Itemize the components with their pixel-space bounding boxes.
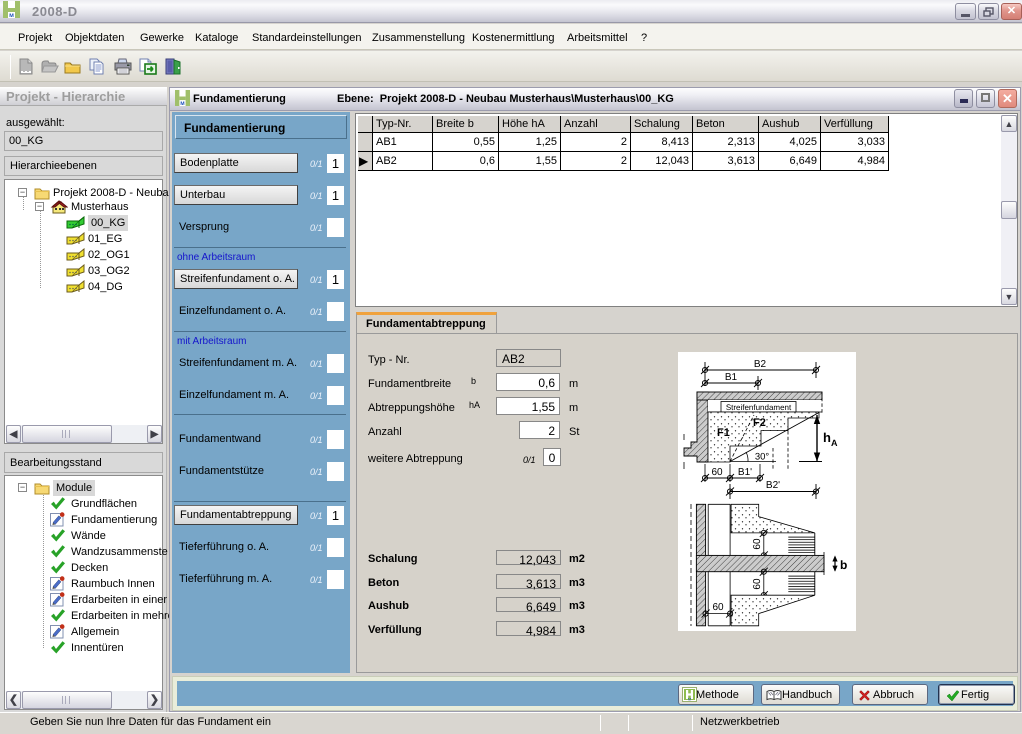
svg-text:B2: B2 <box>754 359 767 370</box>
svg-text:60: 60 <box>711 467 723 478</box>
svg-text:м: м <box>180 101 185 106</box>
svg-text:Streifenfundament: Streifenfundament <box>726 403 792 412</box>
svg-text:60: 60 <box>752 578 763 590</box>
svg-text:60: 60 <box>712 602 724 613</box>
svg-text:b: b <box>840 558 847 572</box>
svg-text:60: 60 <box>752 538 763 550</box>
svg-text:B1': B1' <box>738 467 752 478</box>
svg-text:F2: F2 <box>753 417 766 429</box>
svg-text:h: h <box>823 430 831 445</box>
svg-text:F1: F1 <box>717 427 730 439</box>
svg-text:B2': B2' <box>766 480 780 491</box>
svg-text:30°: 30° <box>755 452 770 463</box>
svg-text:м: м <box>9 12 14 18</box>
svg-text:A: A <box>831 438 838 448</box>
svg-text:B1: B1 <box>725 372 738 383</box>
svg-text:M: M <box>688 697 691 702</box>
